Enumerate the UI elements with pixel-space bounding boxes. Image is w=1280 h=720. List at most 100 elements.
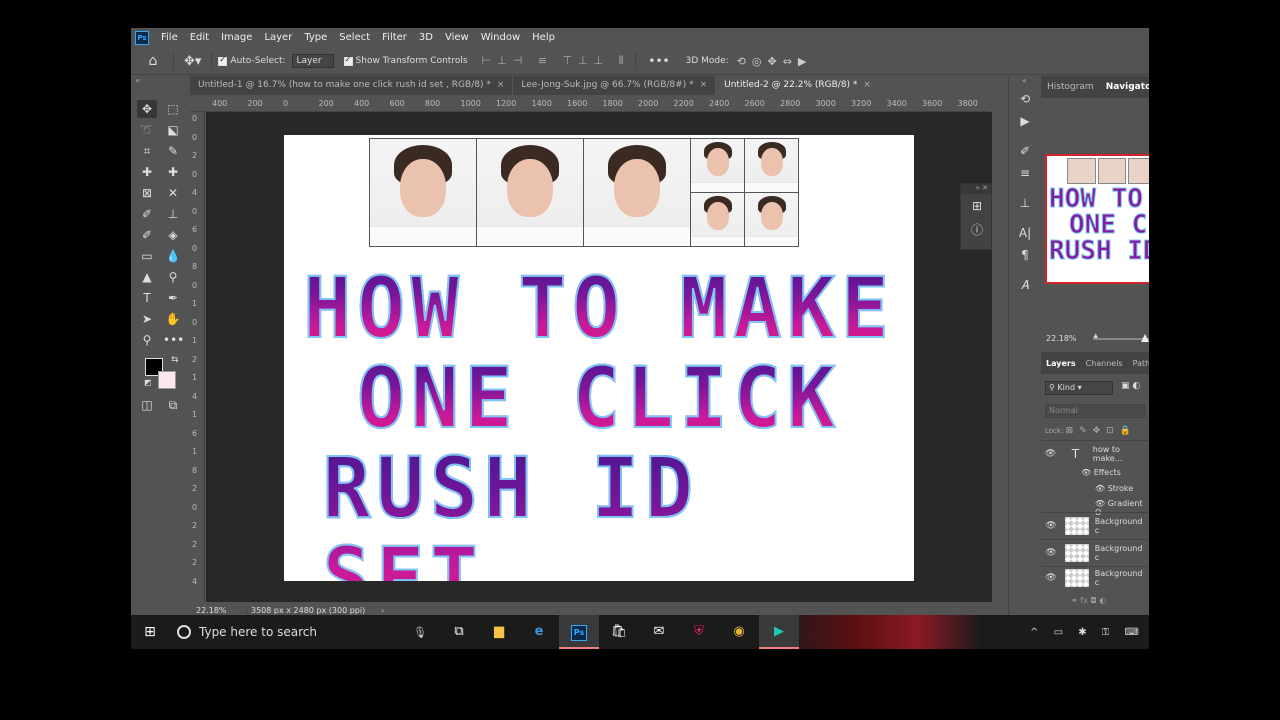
edge-icon[interactable]: e — [519, 615, 559, 649]
photoshop-logo-icon[interactable]: Ps — [135, 30, 149, 45]
actions-play-icon[interactable]: ▶ — [1009, 110, 1041, 132]
history-brush-tool-icon[interactable]: ✐ — [137, 226, 157, 244]
properties-icon[interactable]: ⊞ — [961, 194, 993, 218]
burn-tool-icon[interactable]: ⚲ — [163, 268, 183, 286]
auto-select-target-dropdown[interactable]: Layer — [291, 54, 334, 68]
chevron-right-icon[interactable]: › — [381, 606, 384, 615]
menu-filter[interactable]: Filter — [376, 32, 413, 43]
gradient-tool-icon[interactable]: ▭ — [137, 247, 157, 265]
more-options-icon[interactable]: ••• — [648, 54, 669, 68]
menu-help[interactable]: Help — [526, 32, 561, 43]
layer-name[interactable]: how to make... — [1093, 445, 1149, 463]
ruler-left[interactable]: 0 0 2 0 4 0 6 0 8 0 1 0 1 2 1 4 1 6 1 8 2 0 2 2 2 4 — [190, 112, 205, 602]
menu-select[interactable]: Select — [333, 32, 376, 43]
tab-untitled-2[interactable]: Untitled-2 @ 22.2% (RGB/8) * × — [716, 76, 879, 95]
default-colors-icon[interactable]: ◩ — [144, 378, 152, 387]
photoshop-taskbar-icon[interactable]: Ps — [559, 615, 599, 649]
document-info[interactable]: 3508 px x 2480 px (300 ppi) — [246, 605, 381, 615]
clone-source-icon[interactable]: ⊥ — [1009, 192, 1041, 214]
swap-colors-icon[interactable]: ⇆ — [171, 355, 179, 365]
brush-tool-icon[interactable]: ✐ — [137, 205, 157, 223]
layer-filter-dropdown[interactable]: ⚲ Kind ▾ — [1045, 381, 1113, 395]
frame-tool-icon[interactable]: ⊠ — [137, 184, 157, 202]
tab-channels[interactable]: Channels — [1081, 359, 1128, 368]
3d-mode-icons[interactable]: ⟲◎✥⇔▶ — [737, 55, 813, 68]
history-icon[interactable]: ⟲ — [1009, 88, 1041, 110]
video-editor-icon[interactable]: ▶ — [759, 615, 799, 649]
quick-select-tool-icon[interactable]: ⬕ — [163, 121, 183, 139]
info-icon[interactable]: ⓘ — [961, 218, 993, 242]
auto-select-checkbox[interactable] — [218, 55, 228, 66]
layer-row-background[interactable]: 👁 Background c — [1041, 566, 1149, 588]
tab-paths[interactable]: Path — [1128, 359, 1149, 368]
microphone-icon[interactable]: 🎙 — [413, 626, 427, 639]
layer-name[interactable]: Background c — [1095, 517, 1149, 535]
chrome-icon[interactable]: ◉ — [719, 615, 759, 649]
type-tool-icon[interactable]: T — [137, 289, 157, 307]
layer-footer-icons[interactable]: ⚭ fx ◘ ◐ — [1041, 596, 1149, 612]
ruler-top[interactable]: 400 200 0 200 400 600 800 1000 1200 1400 1600 1800 2… — [190, 96, 990, 112]
tab-lee-jong-suk[interactable]: Lee-Jong-Suk.jpg @ 66.7% (RGB/8#) * × — [513, 76, 716, 95]
path-select-tool-icon[interactable]: ➤ — [137, 310, 157, 328]
eye-icon[interactable]: 👁 — [1041, 449, 1060, 459]
navigator-zoom[interactable]: 22.18% — [1046, 334, 1077, 343]
tab-layers[interactable]: Layers — [1041, 359, 1081, 368]
eye-icon[interactable]: 👁 — [1081, 468, 1091, 477]
system-tray[interactable]: ^ ▭ ✱ ⚿ ⌨ — [1030, 627, 1149, 638]
zoom-tool-icon[interactable]: ⚲ — [137, 331, 157, 349]
background-color-swatch[interactable] — [158, 371, 176, 389]
mini-panel-header[interactable]: » ✕ — [961, 184, 991, 194]
crop-tool-icon[interactable]: ⌗ — [137, 142, 157, 160]
close-icon[interactable]: × — [863, 80, 871, 90]
move-tool-preset-icon[interactable]: ✥▾ — [184, 54, 201, 69]
layer-row-text[interactable]: 👁 T how to make... — [1041, 440, 1149, 466]
align-icons[interactable]: ⊢⊥⊣ ≡ ⊤⊥⊥ ⫴ — [482, 54, 630, 68]
layer-name[interactable]: Background c — [1095, 544, 1149, 562]
close-icon[interactable]: × — [700, 80, 708, 90]
menu-file[interactable]: File — [155, 32, 184, 43]
tab-navigator[interactable]: Navigator — [1100, 82, 1149, 92]
close-icon[interactable]: × — [497, 80, 505, 90]
tab-histogram[interactable]: Histogram — [1041, 82, 1100, 92]
dodge-tool-icon[interactable]: ▲ — [137, 268, 157, 286]
taskbar-search[interactable]: Type here to search 🎙 — [169, 615, 439, 649]
layer-row-background[interactable]: 👁 Background c — [1041, 512, 1149, 538]
task-view-icon[interactable]: ⧉ — [439, 615, 479, 649]
layer-row-background[interactable]: 👁 Background c — [1041, 539, 1149, 565]
store-icon[interactable]: 🛍 — [599, 615, 639, 649]
more-tools-icon[interactable]: ••• — [163, 331, 184, 349]
file-explorer-icon[interactable]: ▆ — [479, 615, 519, 649]
home-icon[interactable]: ⌂ — [139, 53, 167, 69]
menu-view[interactable]: View — [439, 32, 475, 43]
layer-name[interactable]: Background c — [1095, 569, 1149, 587]
marquee-tool-icon[interactable]: ⬚ — [163, 100, 183, 118]
lasso-tool-icon[interactable]: ➰ — [137, 121, 157, 139]
eraser-tool-icon[interactable]: ◈ — [163, 226, 183, 244]
eyedropper-tool-icon[interactable]: ✎ — [163, 142, 183, 160]
navigator-preview[interactable]: HOW TO ONE C RUSH ID — [1045, 154, 1149, 284]
eye-icon[interactable]: 👁 — [1041, 548, 1061, 558]
eye-icon[interactable]: 👁 — [1041, 573, 1061, 583]
menu-image[interactable]: Image — [215, 32, 258, 43]
security-shield-icon[interactable]: ⛨ — [679, 615, 719, 649]
glyphs-icon[interactable]: 𝐴 — [1009, 274, 1041, 296]
document-canvas[interactable]: HOW TO MAKE ONE CLICK RUSH ID SET — [284, 135, 914, 581]
content-aware-move-icon[interactable]: ✕ — [163, 184, 183, 202]
healing-brush-tool-icon[interactable]: ✚ — [137, 163, 157, 181]
windows-start-icon[interactable]: ⊞ — [131, 624, 169, 640]
clone-stamp-tool-icon[interactable]: ⊥ — [163, 205, 183, 223]
menu-layer[interactable]: Layer — [258, 32, 298, 43]
zoom-level[interactable]: 22.18% — [190, 606, 227, 615]
eye-icon[interactable]: 👁 — [1041, 521, 1061, 531]
collapse-icon[interactable]: « — [135, 76, 140, 85]
menu-3d[interactable]: 3D — [413, 32, 439, 43]
eye-icon[interactable]: 👁 — [1095, 484, 1105, 493]
expand-icon[interactable]: « — [1009, 76, 1040, 88]
patch-tool-icon[interactable]: ✚ — [163, 163, 183, 181]
menu-window[interactable]: Window — [475, 32, 526, 43]
brush-settings-icon[interactable]: ✐ — [1009, 140, 1041, 162]
mail-icon[interactable]: ✉ — [639, 615, 679, 649]
show-transform-checkbox[interactable] — [343, 55, 353, 66]
tab-untitled-1[interactable]: Untitled-1 @ 16.7% (how to make one clic… — [190, 76, 513, 95]
zoom-slider[interactable] — [1093, 334, 1149, 342]
